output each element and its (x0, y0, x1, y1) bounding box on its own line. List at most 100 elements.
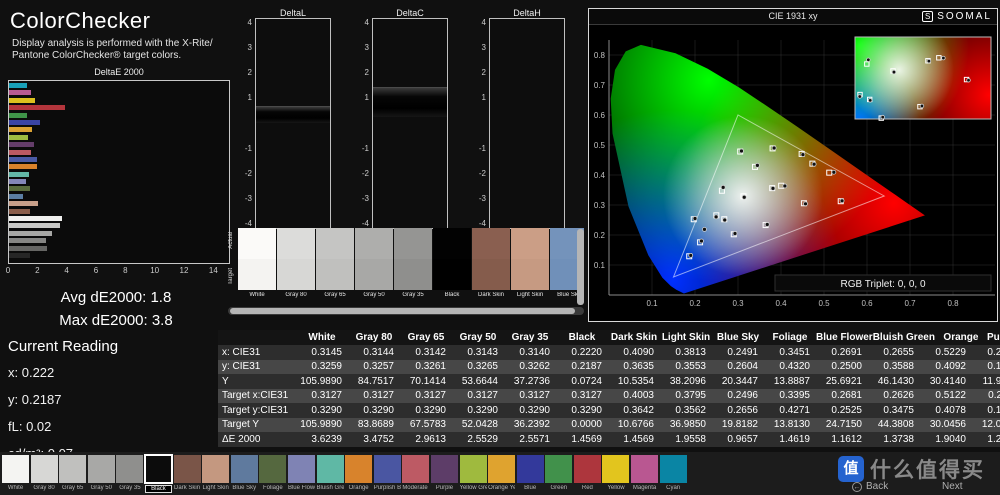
patch-color (231, 455, 258, 483)
deltae-bar-magenta (9, 90, 31, 95)
table-cell: 0.3475 (868, 405, 920, 416)
patch-green[interactable]: Green (545, 455, 572, 493)
table-cell: 0.3635 (608, 361, 660, 372)
patch-black[interactable]: Black (145, 455, 172, 493)
patch-purplish-blue[interactable]: Purplish Blue (374, 455, 401, 493)
table-cell: 10.5354 (608, 376, 660, 387)
scrollbar-thumb[interactable] (230, 308, 575, 314)
patch-color (545, 455, 572, 483)
patch-gray-80[interactable]: Gray 80 (31, 455, 58, 493)
cie-x-tick: 0.7 (904, 299, 916, 308)
deltae-bar-light-skin (9, 201, 38, 206)
table-cell: 52.0428 (452, 419, 504, 430)
delta-axis-tick: 1 (352, 93, 369, 102)
deltae-bar-black (9, 253, 30, 258)
delta-axis-tick: 3 (469, 43, 486, 52)
patch-gray-35[interactable]: Gray 35 (116, 455, 143, 493)
table-cell: 70.1414 (400, 376, 452, 387)
table-cell: 13.8887 (764, 376, 816, 387)
cie-measured-marker (702, 227, 706, 231)
table-cell: 0.0724 (556, 376, 608, 387)
patch-dark-skin[interactable]: Dark Skin (174, 455, 201, 493)
deltae-bar-gray-65 (9, 231, 52, 236)
patch-bluish-green[interactable]: Bluish Green (317, 455, 344, 493)
table-cell: 0.2496 (712, 390, 764, 401)
patch-color (402, 455, 429, 483)
table-column-header: Foliage (764, 332, 816, 343)
patch-foliage[interactable]: Foliage (259, 455, 286, 493)
table-cell: 0.3261 (400, 361, 452, 372)
compare-horizontal-scrollbar[interactable] (228, 307, 584, 315)
deltae-x-tick: 0 (6, 266, 10, 275)
patch-label: Dark Skin (174, 485, 201, 491)
target-swatch (316, 259, 354, 290)
actual-swatch (433, 228, 471, 259)
patch-blue-flower[interactable]: Blue Flower (288, 455, 315, 493)
smzdm-watermark: 值 什么值得买 (838, 454, 985, 484)
table-column-header: White (296, 332, 348, 343)
patch-orange[interactable]: Orange (345, 455, 372, 493)
patch-white[interactable]: White (2, 455, 29, 493)
table-row: x: CIE310.31450.31440.31420.31430.31400.… (218, 345, 1000, 360)
cie-diagram-panel: CIE 1931 xy S SOOMAL (588, 8, 998, 322)
patch-red[interactable]: Red (574, 455, 601, 493)
table-cell: 0.2691 (816, 347, 868, 358)
deltae-bar-foliage (9, 186, 30, 191)
avg-de2000: Avg dE2000: 1.8 (0, 286, 232, 309)
table-header-row: WhiteGray 80Gray 65Gray 50Gray 35BlackDa… (218, 330, 1000, 345)
delta-l-title: DeltaL (255, 8, 331, 18)
table-cell: 1.2101 (972, 434, 1000, 445)
patch-gray-65[interactable]: Gray 65 (59, 455, 86, 493)
table-cell: 37.2736 (504, 376, 556, 387)
cie-measured-marker (840, 199, 844, 203)
table-cell: 24.7150 (816, 419, 868, 430)
table-cell: 0.3127 (504, 390, 556, 401)
delta-axis-tick: 4 (469, 18, 486, 27)
patch-yellow-green[interactable]: Yellow Green (460, 455, 487, 493)
patch-color (59, 455, 86, 483)
cie-y-tick: 0.6 (594, 111, 606, 120)
delta-c-title: DeltaC (372, 8, 448, 18)
cie-measured-marker (739, 149, 743, 153)
compare-vertical-scrollbar[interactable] (577, 229, 584, 305)
delta-axis-tick: -1 (235, 144, 252, 153)
actual-swatch (394, 228, 432, 259)
patch-yellow[interactable]: Yellow (602, 455, 629, 493)
table-cell: 0.4271 (764, 405, 816, 416)
cie-measured-marker (742, 195, 746, 199)
table-cell: 84.7517 (348, 376, 400, 387)
patch-label: Yellow Green (460, 485, 487, 491)
cie-x-tick: 0.6 (861, 299, 873, 308)
patch-label: Gray 65 (59, 485, 86, 491)
table-cell: 0.4003 (608, 390, 660, 401)
delta-axis-tick: 1 (235, 93, 252, 102)
smzdm-watermark-text: 什么值得买 (870, 454, 985, 484)
table-cell: 0.9657 (712, 434, 764, 445)
actual-swatch (238, 228, 276, 259)
deltae2000-chart-title: DeltaE 2000 (8, 67, 230, 77)
patch-moderate-red[interactable]: Moderate Red (402, 455, 429, 493)
table-column-header: Purplish Blue (987, 332, 1000, 343)
table-cell: 0.3395 (764, 390, 816, 401)
patch-magenta[interactable]: Magenta (631, 455, 658, 493)
patch-light-skin[interactable]: Light Skin (202, 455, 229, 493)
patch-cyan[interactable]: Cyan (660, 455, 687, 493)
patch-gray-50[interactable]: Gray 50 (88, 455, 115, 493)
delta-axis-tick: 1 (469, 93, 486, 102)
compare-swatch-dark-skin: Dark Skin (472, 228, 510, 301)
delta-axis-tick: 4 (352, 18, 369, 27)
table-cell: 0.3265 (452, 361, 504, 372)
table-cell: 0.3127 (348, 390, 400, 401)
patch-blue-sky[interactable]: Blue Sky (231, 455, 258, 493)
patch-label: Gray 80 (31, 485, 58, 491)
current-reading-title: Current Reading (8, 338, 118, 355)
deltae-x-tick: 4 (64, 266, 68, 275)
table-cell: 83.8689 (348, 419, 400, 430)
table-cell: 11.9880 (972, 376, 1000, 387)
reading-fl: fL: 0.02 (8, 419, 118, 434)
patch-blue[interactable]: Blue (517, 455, 544, 493)
patch-orange-yellow[interactable]: Orange Yellow (488, 455, 515, 493)
deltae2000-chart (8, 80, 230, 264)
compare-swatch-light-skin: Light Skin (511, 228, 549, 301)
patch-purple[interactable]: Purple (431, 455, 458, 493)
